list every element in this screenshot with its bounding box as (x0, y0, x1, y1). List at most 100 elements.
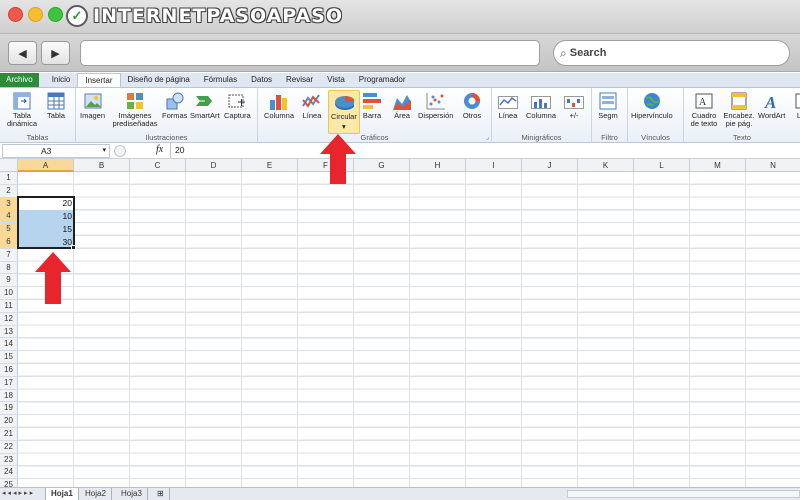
formula-bar-resize-handle[interactable] (114, 145, 126, 157)
row-header-19[interactable]: 19 (0, 402, 18, 416)
row-header-13[interactable]: 13 (0, 325, 18, 339)
group-filtro: Segm Filtro (592, 88, 628, 143)
sheet-nav-arrows-icon[interactable]: ◂◂◂▸▸▸ (2, 489, 35, 497)
sheet-tab-hoja3[interactable]: Hoja3 (116, 488, 148, 500)
line-chart-button[interactable]: Línea (302, 90, 322, 120)
row-header-5[interactable]: 5 (0, 223, 18, 236)
area-chart-button[interactable]: Área (392, 90, 412, 120)
column-header-e[interactable]: E (242, 159, 298, 172)
scatter-chart-button[interactable]: Dispersión (418, 90, 453, 120)
shapes-button[interactable]: Formas (162, 90, 187, 120)
worksheet-grid[interactable] (18, 172, 800, 487)
horizontal-scrollbar[interactable] (567, 490, 800, 498)
sparkline-column-button[interactable]: Columna (526, 90, 556, 120)
sheet-tab-hoja2[interactable]: Hoja2 (80, 488, 112, 500)
hyperlink-button[interactable]: Hipervínculo (631, 90, 673, 120)
row-header-10[interactable]: 10 (0, 287, 18, 300)
table-button[interactable]: Tabla (46, 90, 66, 120)
tab-diseno-pagina[interactable]: Diseño de página (121, 73, 197, 87)
column-header-h[interactable]: H (410, 159, 466, 172)
column-header-j[interactable]: J (522, 159, 578, 172)
column-header-g[interactable]: G (354, 159, 410, 172)
screenshot-button[interactable]: Captura (224, 90, 251, 120)
bar-chart-button[interactable]: Barra (362, 90, 382, 120)
close-window-button[interactable] (8, 7, 23, 22)
insert-function-button[interactable]: fx (156, 144, 163, 155)
column-header-d[interactable]: D (186, 159, 242, 172)
search-field[interactable]: ⌕ (553, 40, 790, 66)
row-header-23[interactable]: 23 (0, 453, 18, 467)
tab-programador[interactable]: Programador (352, 73, 413, 87)
smartart-button[interactable]: SmartArt (190, 90, 220, 120)
insert-sheet-icon[interactable]: ⊞ (152, 488, 170, 500)
tab-revisar[interactable]: Revisar (279, 73, 320, 87)
column-header-a[interactable]: A (18, 159, 74, 172)
row-header-15[interactable]: 15 (0, 351, 18, 364)
row-header-12[interactable]: 12 (0, 312, 18, 326)
row-header-16[interactable]: 16 (0, 364, 18, 377)
name-box[interactable]: A3 ▾ (2, 144, 110, 158)
row-header-7[interactable]: 7 (0, 248, 18, 262)
row-header-1[interactable]: 1 (0, 172, 18, 185)
wordart-button[interactable]: A WordArt (758, 90, 785, 120)
tab-formulas[interactable]: Fórmulas (197, 73, 244, 87)
select-all-corner[interactable] (0, 159, 18, 172)
sparkline-winloss-button[interactable]: +/- (564, 90, 584, 120)
search-input[interactable] (569, 47, 770, 59)
pivot-table-button[interactable]: Tabla dinámica (4, 90, 40, 128)
column-header-n[interactable]: N (746, 159, 800, 172)
column-header-b[interactable]: B (74, 159, 130, 172)
row-header-11[interactable]: 11 (0, 300, 18, 313)
clipart-button[interactable]: Imágenes prediseñadas (110, 90, 160, 128)
sparkline-column-label: Columna (526, 111, 557, 120)
row-header-17[interactable]: 17 (0, 376, 18, 390)
pie-chart-button[interactable]: Circular ▾ (328, 90, 360, 134)
fill-handle[interactable] (71, 245, 76, 250)
sparkline-line-button[interactable]: Línea (498, 90, 518, 120)
group-label-vinculos: Vínculos (641, 133, 670, 142)
tab-datos[interactable]: Datos (244, 73, 279, 87)
table-label: Tabla (47, 111, 65, 120)
tab-inicio[interactable]: Inicio (45, 73, 78, 87)
row-header-2[interactable]: 2 (0, 184, 18, 198)
row-header-4[interactable]: 4 (0, 210, 18, 224)
ribbon-insertar: Tabla dinámica Tabla Tablas Imagen Imáge… (0, 88, 800, 143)
row-header-20[interactable]: 20 (0, 415, 18, 428)
column-header-i[interactable]: I (466, 159, 522, 172)
image-button[interactable]: Imagen (80, 90, 105, 120)
slicer-button[interactable]: Segm (598, 90, 618, 120)
column-header-l[interactable]: L (634, 159, 690, 172)
textbox-button[interactable]: A Cuadro de texto (688, 90, 720, 128)
row-header-22[interactable]: 22 (0, 440, 18, 454)
line-firma-button[interactable]: Lí (790, 90, 800, 120)
column-header-m[interactable]: M (690, 159, 746, 172)
column-header-c[interactable]: C (130, 159, 186, 172)
column-chart-button[interactable]: Columna (264, 90, 294, 120)
scatter-chart-label: Dispersión (418, 111, 454, 120)
sheet-tab-hoja1[interactable]: Hoja1 (45, 488, 79, 500)
minimize-window-button[interactable] (28, 7, 43, 22)
row-header-6[interactable]: 6 (0, 236, 18, 249)
row-header-21[interactable]: 21 (0, 428, 18, 441)
column-header-k[interactable]: K (578, 159, 634, 172)
name-box-dropdown-icon[interactable]: ▾ (102, 145, 106, 157)
forward-button[interactable]: ▶ (41, 41, 70, 65)
ribbon-tabs: Archivo Inicio Insertar Diseño de página… (0, 73, 800, 88)
graficos-dialog-launcher-icon[interactable]: ⌟ (486, 133, 489, 141)
row-header-3[interactable]: 3 (0, 197, 18, 211)
row-header-18[interactable]: 18 (0, 389, 18, 403)
formula-input[interactable]: 20 (170, 143, 800, 158)
other-charts-button[interactable]: Otros (462, 90, 482, 120)
header-footer-button[interactable]: Encabez. pie pág. (722, 90, 756, 128)
group-ilustraciones: Imagen Imágenes prediseñadas Formas Smar… (76, 88, 258, 143)
tab-archivo[interactable]: Archivo (0, 73, 39, 87)
row-header-9[interactable]: 9 (0, 274, 18, 288)
back-button[interactable]: ◀ (8, 41, 37, 65)
row-header-14[interactable]: 14 (0, 338, 18, 352)
address-bar[interactable] (80, 40, 540, 66)
zoom-window-button[interactable] (48, 7, 63, 22)
row-header-24[interactable]: 24 (0, 466, 18, 480)
tab-vista[interactable]: Vista (320, 73, 352, 87)
row-header-8[interactable]: 8 (0, 261, 18, 275)
tab-insertar[interactable]: Insertar (77, 73, 121, 87)
